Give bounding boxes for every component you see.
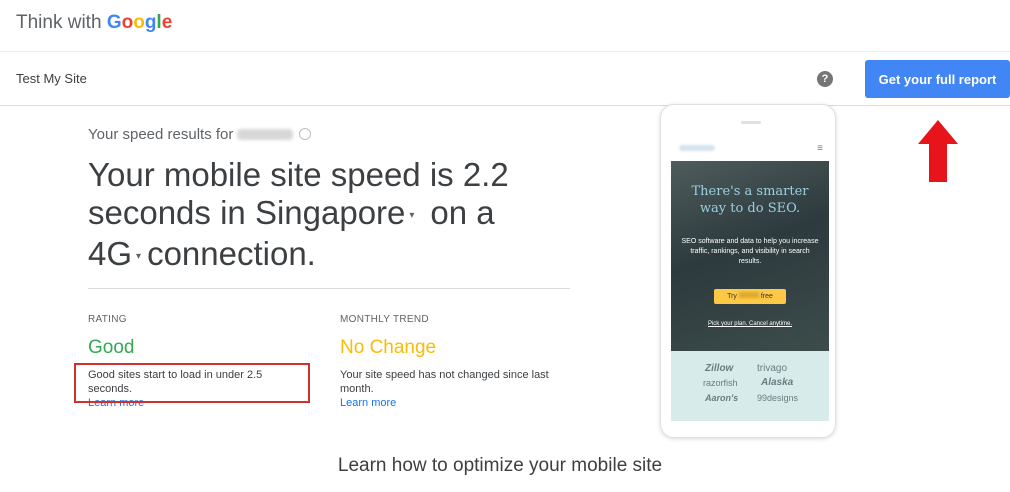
trend-learn-more-link[interactable]: Learn more [340,396,550,410]
learn-optimize-heading[interactable]: Learn how to optimize your mobile site [0,455,1000,477]
preview-small-link: Pick your plan. Cancel anytime. [707,321,793,327]
trend-value: No Change [340,337,437,358]
preview-logo-strip: Zillow trivago razorfish Alaska Aaron's … [671,351,829,421]
rating-value: Good [88,337,135,358]
preview-logo [679,145,715,151]
speed-results-for: Your speed results for [88,126,312,143]
preview-nav: ≡ [671,139,829,161]
redacted-domain [237,129,294,140]
phone-speaker [741,121,761,124]
info-icon[interactable] [299,128,312,140]
question-icon[interactable]: ? [817,71,833,87]
logo-zillow: Zillow [705,363,734,374]
brand-think-with: Think with [16,12,102,33]
trend-description: Your site speed has not changed since la… [340,369,550,410]
logo-alaska: Alaska [761,377,794,388]
preview-body: SEO software and data to help you increa… [681,238,819,265]
chevron-down-icon: ▾ [409,210,415,221]
preview-cta-button: Try free [714,289,786,304]
mobile-preview: ≡ There's a smarter way to do SEO. SEO s… [660,104,836,438]
logo-99designs: 99designs [757,393,799,403]
sub-header: Test My Site ? Get your full report [0,52,1010,106]
logo-aarons: Aaron's [705,393,739,403]
rating-label: RATING [88,314,127,325]
preview-hero: There's a smarter way to do SEO. SEO sof… [671,161,829,351]
location-dropdown[interactable]: Singapore ▾ [255,194,430,235]
page-title: Test My Site [16,71,87,86]
red-highlight-box [74,363,310,403]
connection-dropdown[interactable]: 4G ▾ [88,235,147,276]
red-arrow-annotation [918,120,958,182]
chevron-down-icon: ▾ [136,251,142,262]
brand-google: Google [106,12,173,33]
divider [88,288,570,289]
logo-razorfish: razorfish [703,378,738,388]
top-bar: Think with Google [0,0,1010,52]
think-with-google-logo[interactable]: Think with Google [16,12,172,34]
trend-label: MONTHLY TREND [340,314,429,325]
speed-headline: Your mobile site speed is 2.2 seconds in… [88,156,558,276]
logo-trivago: trivago [757,363,788,374]
hamburger-menu-icon: ≡ [817,143,823,154]
preview-headline: There's a smarter way to do SEO. [691,184,809,216]
get-full-report-button[interactable]: Get your full report [865,60,1010,98]
